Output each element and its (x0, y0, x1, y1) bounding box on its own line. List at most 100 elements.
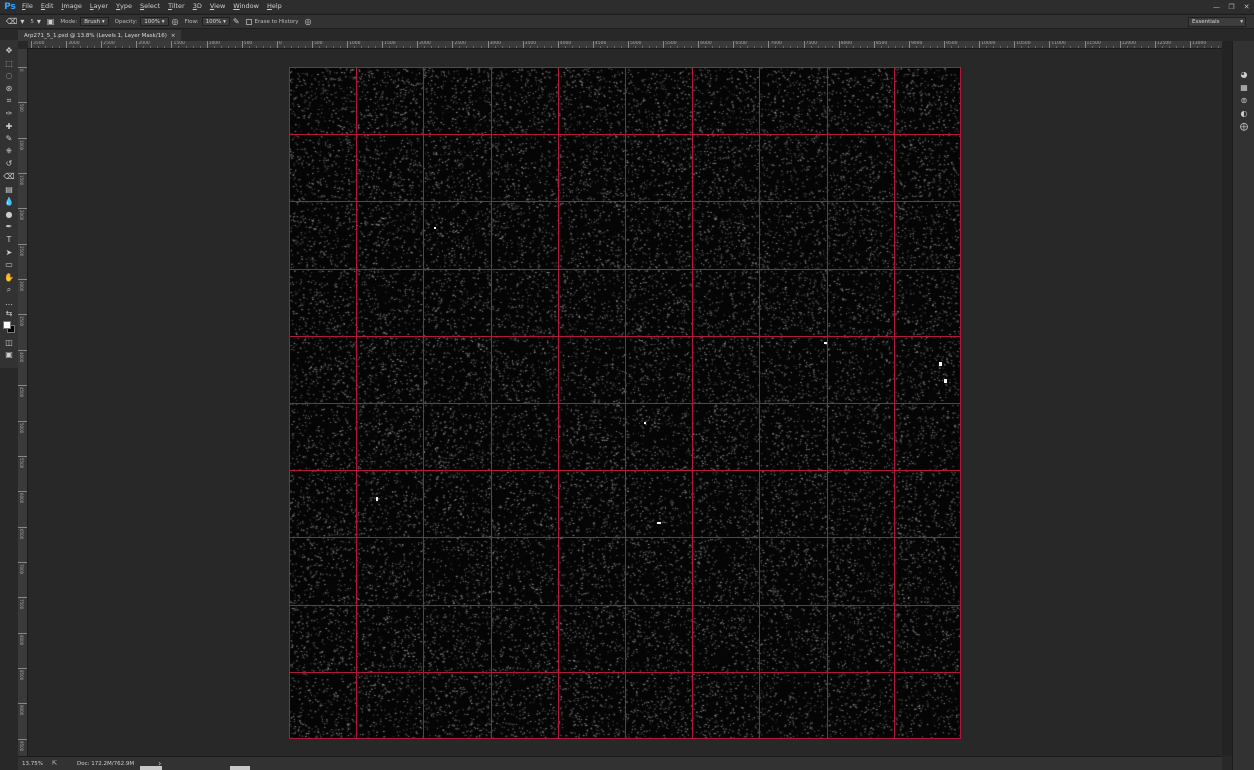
horizontal-ruler[interactable]: 3500 3000 2500 2000 1500 1000 500 0 500 1000 1500 2… (28, 41, 1222, 49)
ruler-minor-tick (937, 46, 939, 48)
move-icon[interactable]: ✥ (3, 45, 15, 56)
guide-horizontal[interactable] (289, 537, 961, 538)
blur-icon[interactable]: 💧 (3, 196, 15, 207)
menu-view[interactable]: View (206, 0, 229, 13)
guide-horizontal[interactable] (289, 269, 961, 270)
minimize-button[interactable]: — (1211, 2, 1222, 12)
document-tab[interactable]: Arp271_5_1.psd @ 13.8% (Levels 1, Layer … (18, 30, 182, 41)
guide-horizontal[interactable] (289, 134, 961, 135)
adjustments-icon[interactable]: ◐ (1238, 108, 1250, 119)
ruler-minor-tick (747, 46, 749, 48)
ruler-minor-tick (227, 46, 229, 48)
quick-select-icon[interactable]: ⊛ (3, 83, 15, 94)
dodge-icon[interactable]: ● (3, 209, 15, 220)
menu-3d[interactable]: 3D (189, 0, 206, 13)
brush-panel-toggle[interactable]: ▣ (47, 17, 55, 26)
guide-horizontal[interactable] (289, 336, 961, 337)
menu-layer[interactable]: Layer (86, 0, 112, 13)
ruler-minor-tick (389, 46, 391, 48)
foreground-color-icon[interactable] (3, 320, 15, 335)
ruler-minor-tick (283, 46, 285, 48)
ruler-minor-tick (1007, 46, 1009, 48)
guide-horizontal[interactable] (289, 403, 961, 404)
airbrush-icon[interactable]: ✎ (233, 17, 240, 26)
swap-colors-icon[interactable]: ⇆ (3, 308, 15, 319)
brush-size-picker[interactable]: 5 ▾ (30, 17, 41, 26)
pressure-opacity-icon[interactable]: ◎ (172, 17, 179, 26)
rectangle-icon[interactable]: ▭ (3, 259, 15, 270)
ruler-minor-tick (178, 46, 180, 48)
menu-type[interactable]: Yype (112, 0, 136, 13)
menu-file[interactable]: File (18, 0, 37, 13)
ruler-label: 2000 (19, 210, 24, 221)
swatches-icon[interactable]: ▦ (1238, 82, 1250, 93)
guide-horizontal[interactable] (289, 605, 961, 606)
pressure-size-icon[interactable]: ◎ (305, 17, 312, 26)
ruler-minor-tick (143, 46, 145, 48)
ruler-minor-tick (887, 46, 889, 48)
ruler-minor-tick (656, 46, 658, 48)
ruler-minor-tick (94, 46, 96, 48)
zoom-level[interactable]: 13.75% (22, 761, 50, 767)
ruler-minor-tick (677, 46, 679, 48)
ruler-tick (18, 102, 27, 104)
marquee-icon[interactable]: ⬚ (3, 58, 15, 69)
history-brush-icon[interactable]: ↺ (3, 158, 15, 169)
pen-icon[interactable]: ✒ (3, 221, 15, 232)
guide-horizontal[interactable] (289, 738, 961, 739)
quick-mask-icon[interactable]: ◫ (3, 337, 15, 348)
gradient-icon[interactable]: ▤ (3, 184, 15, 195)
ruler-tick (663, 41, 665, 48)
collapsed-panels: ◕ ▦ ⊚ ◐ ⨁ (1232, 41, 1254, 770)
close-button[interactable]: ✕ (1241, 2, 1252, 12)
path-select-icon[interactable]: ➤ (3, 247, 15, 258)
guide-horizontal[interactable] (289, 470, 961, 471)
ruler-label: 3000 (19, 281, 24, 292)
document-canvas[interactable] (289, 67, 961, 739)
erase-to-history-checkbox[interactable] (245, 18, 252, 25)
libraries-icon[interactable]: ⊚ (1238, 95, 1250, 106)
ruler-label: 6500 (19, 528, 24, 539)
clone-stamp-icon[interactable]: ⎈ (3, 146, 15, 157)
taskbar-thumb[interactable] (140, 766, 162, 770)
menu-window[interactable]: Window (229, 0, 263, 13)
brush-icon[interactable]: ✎ (3, 133, 15, 144)
styles-icon[interactable]: ⨁ (1238, 121, 1250, 132)
tools-panel: ✥ ⬚ ◌ ⊛ ⌗ ✑ ✚ ✎ ⎈ ↺ ⌫ ▤ 💧 ● ✒ T ➤ ▭ ✋ ⌕ … ⇆ ◫ ▣ (0, 40, 18, 368)
guide-horizontal[interactable] (289, 67, 961, 68)
guide-horizontal[interactable] (289, 672, 961, 673)
workspace-switcher[interactable]: Essentials ▾ (1188, 17, 1246, 27)
color-panel-icon[interactable]: ◕ (1238, 69, 1250, 80)
guide-horizontal[interactable] (289, 201, 961, 202)
flow-field[interactable]: 100% ▾ (201, 17, 230, 26)
taskbar-thumb[interactable] (230, 766, 250, 770)
close-tab-icon[interactable]: × (171, 33, 176, 39)
opacity-field[interactable]: 100% ▾ (140, 17, 169, 26)
hand-icon[interactable]: ✋ (3, 272, 15, 283)
document-tab-bar: Arp271_5_1.psd @ 13.8% (Levels 1, Layer … (18, 30, 1222, 41)
mode-select[interactable]: Brush ▾ (80, 17, 109, 26)
export-icon[interactable]: ⇱ (52, 759, 57, 768)
eyedropper-icon[interactable]: ✑ (3, 108, 15, 119)
screen-mode-icon[interactable]: ▣ (3, 349, 15, 360)
more-tools-icon[interactable]: … (3, 297, 15, 308)
eraser-icon[interactable]: ⌫ (3, 171, 15, 182)
bright-speck (939, 362, 942, 366)
menu-edit[interactable]: Edit (37, 0, 58, 13)
healing-brush-icon[interactable]: ✚ (3, 121, 15, 132)
vertical-ruler[interactable]: 0 500 1000 1500 2000 2500 3000 3500 4000 4500 5000… (18, 49, 28, 756)
ruler-minor-tick (1077, 46, 1079, 48)
mode-label: Mode: (60, 18, 78, 25)
ruler-minor-tick (192, 46, 194, 48)
menu-help[interactable]: Help (263, 0, 286, 13)
lasso-icon[interactable]: ◌ (3, 70, 15, 81)
ruler-tick (628, 41, 629, 48)
zoom-icon[interactable]: ⌕ (3, 284, 15, 295)
tool-preset-picker[interactable]: ⌫ ▾ (6, 17, 24, 26)
menu-select[interactable]: Select (136, 0, 164, 13)
type-icon[interactable]: T (3, 234, 15, 245)
crop-icon[interactable]: ⌗ (3, 95, 15, 106)
restore-button[interactable]: ❐ (1226, 2, 1237, 12)
menu-image[interactable]: Image (58, 0, 86, 13)
menu-filter[interactable]: Tilter (164, 0, 189, 13)
